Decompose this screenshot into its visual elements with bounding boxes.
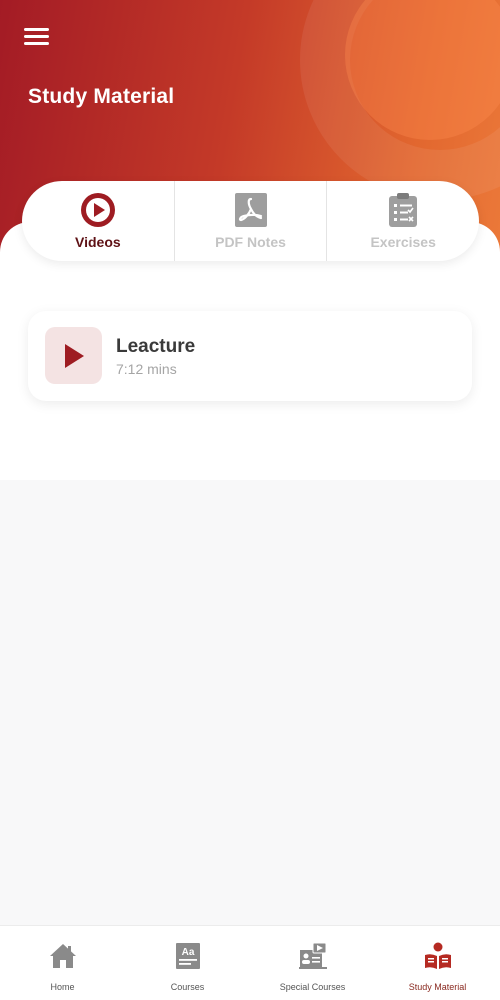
special-courses-icon xyxy=(298,941,328,971)
nav-study-material[interactable]: Study Material xyxy=(375,926,500,1000)
page-title: Study Material xyxy=(28,85,175,108)
lecture-duration: 7:12 mins xyxy=(116,361,177,377)
material-tabs: Videos PDF Notes Exercises xyxy=(22,181,479,261)
nav-special-courses[interactable]: Special Courses xyxy=(250,926,375,1000)
svg-text:Aa: Aa xyxy=(181,947,194,958)
study-material-icon xyxy=(423,941,453,971)
clipboard-checklist-icon xyxy=(385,192,421,228)
tab-label: Videos xyxy=(75,234,121,250)
nav-label: Courses xyxy=(170,982,205,992)
tab-label: Exercises xyxy=(370,234,436,250)
nav-label: Home xyxy=(50,982,75,992)
pdf-icon xyxy=(233,192,269,228)
hamburger-menu-icon[interactable] xyxy=(24,27,50,47)
bottom-navigation: Home Aa Courses Special Courses Study Ma… xyxy=(0,925,500,1000)
nav-label: Study Material xyxy=(408,982,467,992)
nav-home[interactable]: Home xyxy=(0,926,125,1000)
nav-courses[interactable]: Aa Courses xyxy=(125,926,250,1000)
nav-label: Special Courses xyxy=(279,982,346,992)
lecture-title: Leacture xyxy=(116,336,196,357)
play-icon xyxy=(45,327,102,384)
play-circle-icon xyxy=(80,192,116,228)
courses-icon: Aa xyxy=(173,941,203,971)
tab-exercises[interactable]: Exercises xyxy=(327,181,479,261)
tab-pdf-notes[interactable]: PDF Notes xyxy=(175,181,328,261)
lecture-list-item[interactable]: Leacture 7:12 mins xyxy=(28,311,472,401)
home-icon xyxy=(48,941,78,971)
tab-label: PDF Notes xyxy=(215,234,286,250)
tab-videos[interactable]: Videos xyxy=(22,181,175,261)
